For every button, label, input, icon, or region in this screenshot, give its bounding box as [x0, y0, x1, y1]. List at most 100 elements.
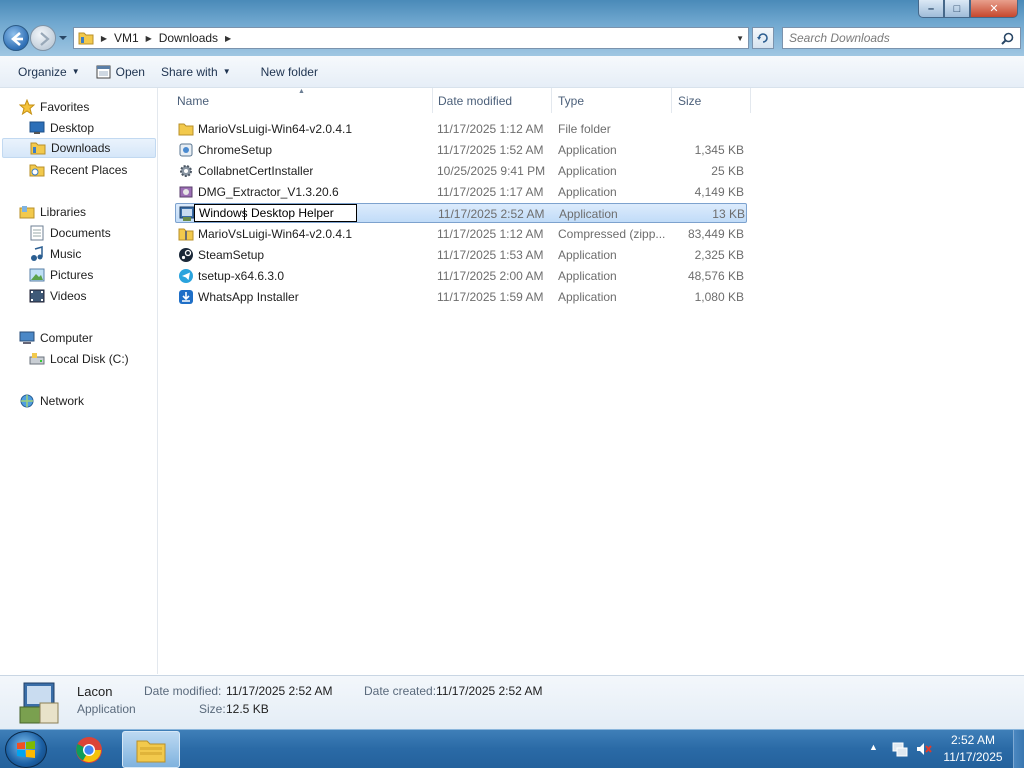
chevron-down-icon: ▼	[71, 67, 80, 76]
nav-favorites[interactable]: Favorites	[18, 97, 89, 117]
nav-downloads[interactable]: Downloads	[2, 138, 156, 158]
nav-libraries[interactable]: Libraries	[18, 202, 86, 222]
breadcrumb-separator[interactable]: ▶	[98, 34, 110, 43]
windows-logo-icon	[17, 740, 35, 758]
installer-icon	[178, 142, 194, 158]
nav-recent-places[interactable]: Recent Places	[28, 160, 127, 180]
network-tray-icon[interactable]	[891, 740, 909, 758]
nav-desktop[interactable]: Desktop	[28, 118, 94, 138]
open-button[interactable]: Open	[88, 60, 153, 84]
recent-pages-dropdown-icon[interactable]	[58, 33, 68, 43]
file-row[interactable]: ChromeSetup 11/17/2025 1:52 AM Applicati…	[175, 140, 747, 160]
clock-date[interactable]: 11/17/2025	[936, 750, 1010, 764]
file-date: 11/17/2025 1:12 AM	[437, 122, 544, 136]
close-button[interactable]: ✕	[970, 0, 1018, 18]
explorer-folder-icon	[136, 740, 166, 762]
file-row[interactable]: MarioVsLuigi-Win64-v2.0.4.1 11/17/2025 1…	[175, 224, 747, 244]
address-bar[interactable]: ▶ VM1 ▶ Downloads ▶ ▼	[73, 27, 749, 49]
breadcrumb-downloads[interactable]: Downloads	[155, 31, 222, 45]
file-list-pane: Name ▲ Date modified Type Size MarioVsLu…	[159, 88, 1024, 674]
file-row[interactable]: CollabnetCertInstaller 10/25/2025 9:41 P…	[175, 161, 747, 181]
file-size: 83,449 KB	[687, 227, 744, 241]
file-row-selected[interactable]: Windows Desktop Helper 11/17/2025 2:52 A…	[175, 203, 747, 223]
file-size: 2,325 KB	[694, 248, 744, 262]
nav-label: Pictures	[50, 268, 94, 282]
show-desktop-button[interactable]	[1013, 730, 1024, 768]
volume-muted-icon[interactable]	[915, 740, 933, 758]
chrome-icon	[76, 736, 102, 763]
videos-icon	[29, 289, 44, 303]
file-size	[665, 119, 744, 139]
details-size-label: Size:	[199, 702, 226, 716]
file-row[interactable]: DMG_Extractor_V1.3.20.6 11/17/2025 1:17 …	[175, 182, 747, 202]
nav-label: Network	[40, 394, 85, 408]
breadcrumb-separator[interactable]: ▶	[222, 34, 234, 43]
steam-icon	[178, 247, 194, 263]
nav-label: Documents	[50, 226, 111, 240]
nav-pictures[interactable]: Pictures	[28, 265, 93, 285]
taskbar-explorer-button[interactable]	[122, 731, 180, 768]
file-row[interactable]: tsetup-x64.6.3.0 11/17/2025 2:00 AM Appl…	[175, 266, 747, 286]
search-icon[interactable]	[1001, 32, 1014, 45]
open-label: Open	[115, 64, 145, 79]
sort-ascending-icon: ▲	[298, 88, 305, 95]
nav-network[interactable]: Network	[18, 391, 84, 411]
minimize-button[interactable]: –	[918, 0, 944, 18]
folder-icon	[178, 121, 194, 137]
breadcrumb-vm1[interactable]: VM1	[110, 31, 143, 45]
file-date: 11/17/2025 1:12 AM	[437, 227, 544, 241]
nav-music[interactable]: Music	[28, 244, 81, 264]
nav-documents[interactable]: Documents	[28, 223, 111, 243]
gear-app-icon	[178, 163, 194, 179]
column-header-size[interactable]: Size	[672, 88, 751, 113]
open-app-icon	[96, 65, 111, 78]
maximize-button[interactable]: □	[944, 0, 970, 18]
close-icon: ✕	[989, 3, 999, 15]
details-file-type: Application	[77, 702, 136, 716]
minimize-icon: –	[927, 2, 935, 15]
file-name: tsetup-x64.6.3.0	[198, 269, 285, 283]
refresh-button[interactable]	[752, 27, 774, 49]
nav-label: Videos	[50, 289, 87, 303]
file-date: 11/17/2025 2:00 AM	[437, 269, 544, 283]
file-date: 11/17/2025 1:53 AM	[437, 248, 544, 262]
details-date-created: 11/17/2025 2:52 AM	[436, 684, 543, 698]
start-button[interactable]	[5, 731, 47, 768]
nav-label: Music	[50, 247, 82, 261]
nav-label: Local Disk (C:)	[50, 352, 129, 366]
breadcrumb-separator[interactable]: ▶	[143, 34, 155, 43]
file-date: 11/17/2025 1:17 AM	[437, 185, 544, 199]
share-with-button[interactable]: Share with ▼	[153, 60, 239, 84]
forward-button[interactable]	[30, 25, 56, 51]
organize-button[interactable]: Organize ▼	[10, 60, 88, 84]
taskbar-chrome-button[interactable]	[60, 731, 118, 768]
share-with-label: Share with	[160, 64, 218, 79]
file-date: 11/17/2025 2:52 AM	[438, 207, 545, 221]
nav-label: Desktop	[50, 121, 95, 135]
star-icon	[18, 99, 35, 115]
nav-local-disk[interactable]: Local Disk (C:)	[28, 349, 129, 369]
show-hidden-icons-button[interactable]: ▲	[869, 742, 878, 752]
column-header-type[interactable]: Type	[552, 88, 672, 113]
new-folder-button[interactable]: New folder	[253, 60, 326, 84]
nav-computer[interactable]: Computer	[18, 328, 93, 348]
address-dropdown-icon[interactable]: ▼	[736, 34, 744, 43]
file-type: Compressed (zipp...	[558, 227, 666, 241]
back-button[interactable]	[3, 25, 29, 51]
column-header-date-modified[interactable]: Date modified	[432, 88, 552, 113]
nav-label: Libraries	[40, 205, 87, 219]
file-row[interactable]: MarioVsLuigi-Win64-v2.0.4.1 11/17/2025 1…	[175, 119, 747, 139]
file-name: SteamSetup	[198, 248, 265, 262]
network-icon	[20, 394, 33, 408]
clock-time[interactable]: 2:52 AM	[936, 733, 1010, 747]
file-date: 11/17/2025 1:52 AM	[437, 143, 544, 157]
column-label: Type	[558, 93, 585, 108]
rename-input[interactable]: Windows Desktop Helper	[194, 204, 357, 222]
search-input[interactable]: Search Downloads	[782, 27, 1021, 49]
nav-label: Recent Places	[50, 163, 128, 177]
title-bar: ▶ VM1 ▶ Downloads ▶ ▼ Search Downloads –…	[0, 0, 1024, 56]
file-row[interactable]: SteamSetup 11/17/2025 1:53 AM Applicatio…	[175, 245, 747, 265]
file-size: 1,080 KB	[694, 290, 744, 304]
nav-videos[interactable]: Videos	[28, 286, 86, 306]
file-row[interactable]: WhatsApp Installer 11/17/2025 1:59 AM Ap…	[175, 287, 747, 307]
